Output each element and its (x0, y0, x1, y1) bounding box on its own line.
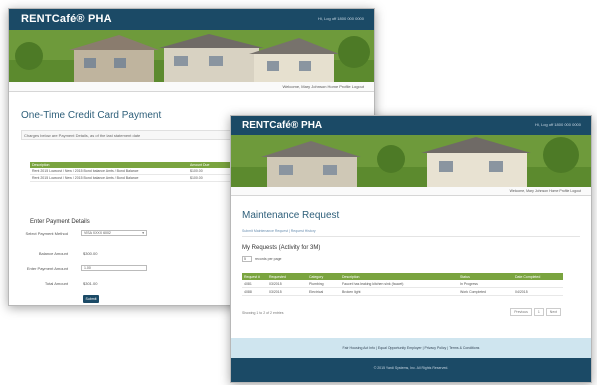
cell-description: Faucet has leaking kitchen sink (faucet) (342, 281, 404, 286)
user-nav-links[interactable]: Welcome, Mary Johnson Home Profile Logou… (510, 189, 581, 193)
cell-date-completed: 04/2015 (515, 289, 528, 294)
rentcafe-logo[interactable]: RENTCafé® PHA (21, 13, 112, 25)
pager-previous-button[interactable]: Previous (510, 308, 532, 316)
page-size-control: 5 records per page (242, 256, 281, 262)
header-amount[interactable]: Amount Due (190, 163, 230, 167)
houses-banner-illustration (9, 30, 374, 82)
header-description[interactable]: Description (30, 163, 190, 167)
payment-method-value: VISA XXXX 6002 (84, 231, 111, 235)
payment-amount-input[interactable]: 1.00 (81, 265, 147, 271)
footer-copyright-bar: © 2015 Yardi Systems, Inc. All Rights Re… (231, 358, 591, 382)
balance-value: $300.00 (83, 251, 98, 256)
pager-next-button[interactable]: Next (545, 308, 561, 316)
cell-category: Plumbing (309, 281, 324, 286)
pager-page-button[interactable]: 1 (533, 308, 544, 316)
page-size-select[interactable]: 5 (242, 256, 252, 262)
total-label: Total Amount (44, 281, 68, 286)
row-amount: $100.00 (190, 169, 203, 173)
info-text: Charges below are Payment Details, as of… (24, 133, 141, 138)
cell-status: In Progress (460, 281, 478, 286)
footer-copyright: © 2015 Yardi Systems, Inc. All Rights Re… (373, 366, 449, 370)
header-requested[interactable]: Requested (267, 275, 307, 279)
section-title: My Requests (Activity for 3M) (242, 245, 321, 251)
submit-button[interactable]: Submit (83, 295, 99, 303)
header-request-num[interactable]: Request # (242, 275, 267, 279)
header-category[interactable]: Category (307, 275, 340, 279)
header-date-completed[interactable]: Date Completed (513, 275, 563, 279)
page-title: Maintenance Request (242, 210, 340, 221)
breadcrumb[interactable]: Submit Maintenance Request | Request His… (242, 229, 316, 233)
row-description: Rent 2015 Lowcost / New / 2015 Bond bala… (32, 169, 139, 173)
header-status[interactable]: Status (458, 275, 513, 279)
user-nav-links[interactable]: Welcome, Mary Johnson Home Profile Logou… (282, 84, 364, 89)
header-description[interactable]: Description (340, 275, 458, 279)
page-title: One-Time Credit Card Payment (21, 110, 162, 121)
entries-summary: Showing 1 to 2 of 2 entries (242, 311, 284, 315)
divider (242, 236, 580, 237)
cell-requested: 03/2015 (269, 289, 282, 294)
footer-links-bar: Fair Housing Act Info | Equal Opportunit… (231, 338, 591, 358)
cell-request-num: 4081 (244, 281, 252, 286)
houses-banner-illustration (231, 135, 591, 187)
cell-request-num: 4088 (244, 289, 252, 294)
top-links[interactable]: Hi, Log off 1800 000 0000 (318, 16, 364, 21)
cell-status: Work Completed (460, 289, 487, 294)
pagination: Previous 1 Next (510, 308, 561, 316)
banner-image (231, 135, 591, 187)
cell-requested: 03/2015 (269, 281, 282, 286)
select-payment-label: Select Payment Method (25, 231, 68, 236)
cell-description: Broken light (342, 289, 361, 294)
footer-links[interactable]: Fair Housing Act Info | Equal Opportunit… (231, 346, 591, 350)
table-header: Request # Requested Category Description… (242, 273, 563, 280)
payment-method-select[interactable]: VISA XXXX 6002 ▾ (81, 230, 147, 236)
cell-category: Electrical (309, 289, 324, 294)
rentcafe-logo[interactable]: RENTCafé® PHA (242, 120, 322, 131)
payment-section-title: Enter Payment Details (30, 219, 90, 225)
row-description: Rent 2015 Lowcost / New / 2015 Bond bala… (32, 176, 139, 180)
balance-label: Balance Amount (38, 251, 68, 256)
maintenance-window: RENTCafé® PHA Hi, Log off 1800 000 0000 … (230, 115, 592, 383)
row-amount: $100.00 (190, 176, 203, 180)
top-links[interactable]: Hi, Log off 1800 000 0000 (535, 122, 581, 127)
requests-table: Request # Requested Category Description… (242, 273, 563, 296)
chevron-down-icon: ▾ (142, 231, 144, 235)
banner-image (9, 30, 374, 82)
payment-amount-label: Enter Payment Amount (26, 266, 68, 271)
table-row[interactable]: 4088 03/2015 Electrical Broken light Wor… (242, 288, 563, 296)
page-size-label: records per page (255, 257, 282, 261)
total-value: $301.00 (83, 281, 98, 286)
table-row[interactable]: 4081 03/2015 Plumbing Faucet has leaking… (242, 280, 563, 288)
